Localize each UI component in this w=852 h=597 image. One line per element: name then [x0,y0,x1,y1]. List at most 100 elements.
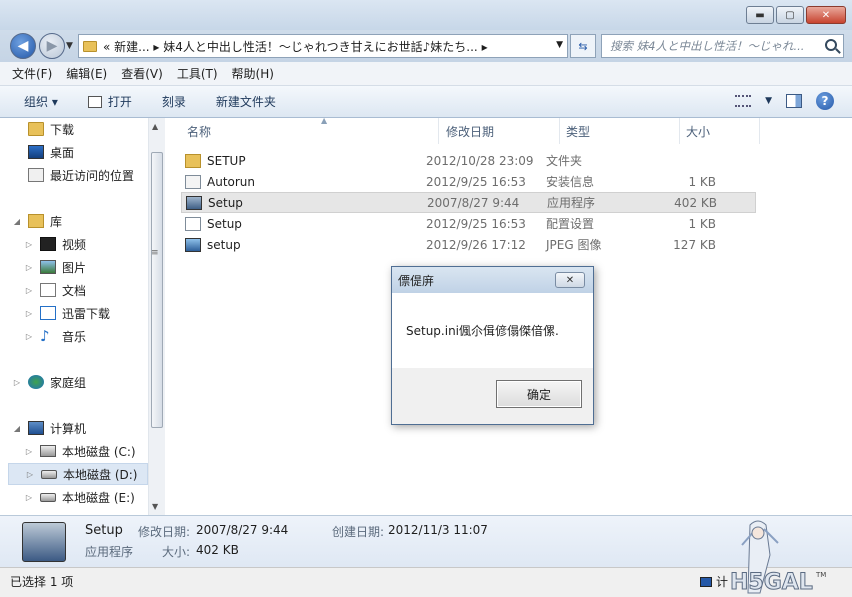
drive-icon [41,469,57,479]
column-header-type[interactable]: 类型 [560,118,680,144]
selection-count: 已选择 1 项 [10,575,74,589]
burn-button[interactable]: 刻录 [162,93,186,110]
collapsed-arrow-icon[interactable]: ▷ [24,240,34,249]
refresh-button[interactable]: ⇆ [570,34,596,58]
recent-pages-dropdown[interactable]: ▼ [66,41,73,51]
file-size: 402 KB [674,195,717,210]
column-header-date[interactable]: 修改日期 [440,118,560,144]
scroll-grip-icon: ≡ [151,248,159,258]
view-controls: ▼ ? [735,92,834,110]
file-size: 1 KB [688,174,716,189]
expanded-arrow-icon[interactable]: ◢ [12,424,22,433]
nav-label: 音乐 [62,329,87,344]
collapsed-arrow-icon[interactable]: ▷ [24,309,34,318]
nav-label: 最近访问的位置 [50,168,135,183]
title-bar: ▬ ▢ ✕ [0,0,852,30]
file-row-selected[interactable]: Setup 2007/8/27 9:44 应用程序 402 KB [181,192,756,213]
nav-label: 视频 [62,237,87,252]
exe-file-icon [186,195,202,210]
watermark-text: H5GAL [730,570,813,595]
file-row[interactable]: Autorun 2012/9/25 16:53 安装信息 1 KB [181,171,756,192]
nav-item-drive-d[interactable]: ▷ 本地磁盘 (D:) [8,463,148,485]
address-dropdown-icon[interactable]: ▼ [556,40,563,50]
view-dropdown-icon[interactable]: ▼ [765,96,772,106]
file-row[interactable]: SETUP 2012/10/28 23:09 文件夹 [181,150,756,171]
column-label: 修改日期 [446,124,495,139]
nav-label: 库 [50,214,63,229]
size-label: 大小: [162,545,191,559]
file-name: Setup [208,195,243,210]
collapsed-arrow-icon[interactable]: ▷ [24,332,34,341]
open-button[interactable]: 打开 [87,93,132,110]
drive-icon [40,492,56,502]
forward-button[interactable]: ▶ [39,33,65,59]
computer-icon [700,576,712,587]
file-type: 文件夹 [546,154,583,168]
search-input[interactable]: 搜索 妹4人と中出し性活！～じゃれ... [601,34,844,58]
file-date: 2012/9/25 16:53 [426,216,526,231]
file-name: SETUP [207,153,246,168]
modified-label: 修改日期: [138,525,191,539]
nav-item-libraries[interactable]: ◢ 库 [12,210,160,232]
size-value: 402 KB [196,543,239,557]
change-view-icon[interactable] [735,95,752,107]
file-size: 1 KB [688,216,716,231]
collapsed-arrow-icon[interactable]: ▷ [24,493,34,502]
collapsed-arrow-icon[interactable]: ▷ [24,286,34,295]
open-label: 打开 [107,95,132,109]
menu-view[interactable]: 查看(V) [121,65,163,82]
collapsed-arrow-icon[interactable]: ▷ [24,263,34,272]
back-button[interactable]: ◀ [10,33,36,59]
file-date: 2012/9/26 17:12 [426,237,526,252]
jpeg-file-icon [185,237,201,252]
column-header-name[interactable]: 名称 ▲ [181,116,439,144]
collapsed-arrow-icon[interactable]: ▷ [25,470,35,479]
homegroup-icon [28,375,44,389]
search-icon[interactable] [825,39,837,51]
column-label: 名称 [187,124,212,139]
nav-scrollbar[interactable]: ▲ ≡ ▼ [148,118,165,515]
file-name: Setup [207,216,242,231]
file-name: setup [207,237,241,252]
window-controls: ▬ ▢ ✕ [746,6,846,24]
scroll-up-icon[interactable]: ▲ [152,122,158,131]
preview-pane-icon[interactable] [786,94,802,108]
file-row[interactable]: Setup 2012/9/25 16:53 配置设置 1 KB [181,213,756,234]
expanded-arrow-icon[interactable]: ◢ [12,217,22,226]
file-type: 安装信息 [546,175,595,189]
folder-icon [185,153,201,168]
organize-button[interactable]: 组织 ▾ [24,93,58,110]
dialog-close-button[interactable]: ✕ [555,272,585,288]
menu-tools[interactable]: 工具(T) [177,65,218,82]
new-folder-button[interactable]: 新建文件夹 [216,93,276,110]
nav-item-homegroup[interactable]: ▷ 家庭组 [12,371,160,393]
ok-button[interactable]: 确定 [496,380,582,408]
scroll-down-icon[interactable]: ▼ [152,502,158,511]
menu-file[interactable]: 文件(F) [12,65,52,82]
address-bar[interactable]: « 新建... ▸ 妹4人と中出し性活！～じゃれつき甘えにお世話♪妹たち... … [78,34,568,58]
menu-edit[interactable]: 编辑(E) [66,65,107,82]
dialog-body: Setup.ini偑尒偮偐傝傑偣傫. [392,293,593,368]
column-header-size[interactable]: 大小 [680,118,760,144]
recent-places-icon [28,168,44,182]
maximize-button[interactable]: ▢ [776,6,804,24]
open-icon [87,95,102,108]
file-row[interactable]: setup 2012/9/26 17:12 JPEG 图像 127 KB [181,234,756,255]
scroll-thumb[interactable] [151,152,163,428]
nav-item-computer[interactable]: ◢ 计算机 [12,417,160,439]
modified-value: 2007/8/27 9:44 [196,523,289,537]
close-button[interactable]: ✕ [806,6,846,24]
navigation-pane: 下载 桌面 最近访问的位置 ◢ 库 ▷ 视频 ▷ 图片 ▷ 文档 ▷ 迅雷下载 … [0,118,165,515]
xunlei-download-icon [40,306,56,320]
help-icon[interactable]: ? [816,92,834,110]
file-date: 2007/8/27 9:44 [427,195,520,210]
nav-label: 计算机 [50,421,87,436]
column-label: 大小 [686,124,711,139]
details-name: Setup [85,523,123,538]
nav-label: 文档 [62,283,87,298]
minimize-button[interactable]: ▬ [746,6,774,24]
menu-help[interactable]: 帮助(H) [232,65,274,82]
inf-file-icon [185,174,201,189]
collapsed-arrow-icon[interactable]: ▷ [12,378,22,387]
collapsed-arrow-icon[interactable]: ▷ [24,447,34,456]
